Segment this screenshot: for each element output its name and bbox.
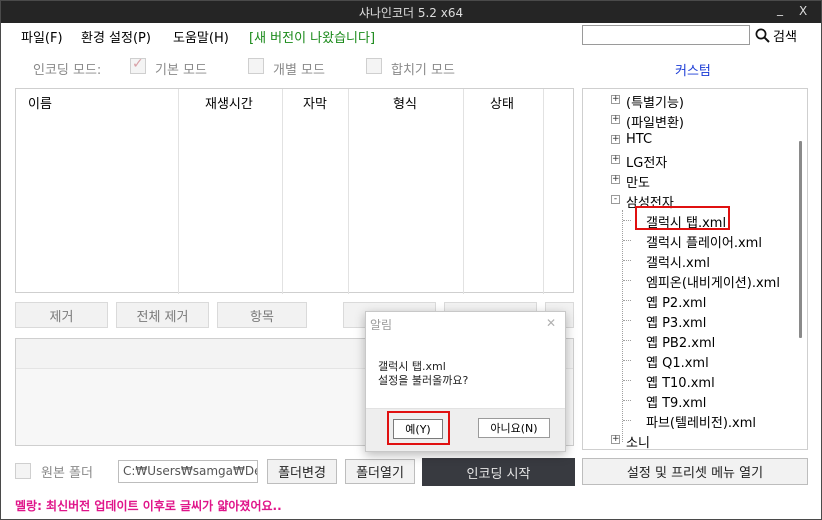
- basic-mode-checkbox[interactable]: ✓: [130, 56, 146, 74]
- remove-all-button[interactable]: 전체 제거: [116, 302, 209, 328]
- column-duration-label: 재생시간: [205, 97, 253, 112]
- no-button[interactable]: 아니요(N): [478, 418, 550, 438]
- tree-connector: [623, 300, 631, 301]
- close-button[interactable]: X: [799, 4, 807, 18]
- menu-settings[interactable]: 환경 설정(P): [81, 27, 151, 46]
- minimize-button[interactable]: _: [777, 2, 783, 16]
- preset-tree[interactable]: + 소니 파브(텔레비전).xml 옙 T9.xml 옙 T10.xml 옙 Q1.xml…: [582, 88, 808, 450]
- tree-connector: [623, 220, 631, 221]
- column-duration[interactable]: 재생시간: [179, 89, 283, 294]
- change-folder-button[interactable]: 폴더변경: [267, 459, 337, 484]
- menu-file[interactable]: 파일(F): [21, 27, 63, 46]
- encoding-mode-label: 인코딩 모드:: [33, 63, 102, 78]
- column-status[interactable]: 상태: [464, 89, 544, 294]
- column-status-label: 상태: [490, 97, 514, 112]
- tree-connector: [623, 260, 631, 261]
- tree-item-label: 옙 P3.xml: [646, 316, 707, 331]
- column-format[interactable]: 형식: [349, 89, 464, 294]
- status-message: 멜랑: 최신버전 업데이트 이후로 글씨가 얇아졌어요..: [15, 499, 282, 513]
- tree-connector: [623, 280, 631, 281]
- column-name-label: 이름: [28, 97, 52, 112]
- tree-item-label: 옙 PB2.xml: [646, 336, 716, 351]
- expand-icon[interactable]: +: [611, 115, 620, 124]
- title-bar: 샤나인코더 5.2 x64 _ X: [1, 1, 821, 23]
- tree-connector: [623, 240, 631, 241]
- settings-preset-menu-button[interactable]: 설정 및 프리셋 메뉴 열기: [582, 458, 808, 485]
- open-folder-button[interactable]: 폴더열기: [345, 459, 415, 484]
- file-list-header: 이름 재생시간 자막 형식 상태: [16, 89, 573, 294]
- tree-connector: [622, 210, 623, 442]
- expand-icon[interactable]: +: [611, 95, 620, 104]
- collapse-icon[interactable]: -: [611, 195, 620, 204]
- confirm-dialog: 알림 ✕ 갤럭시 탭.xml 설정을 불러올까요? 예(Y) 아니요(N): [365, 311, 566, 452]
- merge-mode-checkbox[interactable]: [366, 58, 382, 74]
- expand-icon[interactable]: +: [611, 135, 620, 144]
- expand-icon[interactable]: +: [611, 435, 620, 444]
- file-list[interactable]: 이름 재생시간 자막 형식 상태: [15, 88, 574, 294]
- tree-item-label: 옙 P2.xml: [646, 296, 707, 311]
- expand-icon[interactable]: +: [611, 175, 620, 184]
- encoding-mode-bar: 인코딩 모드: ✓ 기본 모드 개별 모드 합치기 모드: [1, 56, 581, 78]
- individual-mode-label: 개별 모드: [273, 63, 325, 78]
- tree-item-label: HTC: [626, 132, 653, 147]
- dialog-message-question: 설정을 불러올까요?: [378, 374, 469, 387]
- search-label: 검색: [773, 29, 797, 45]
- source-folder-checkbox[interactable]: [15, 463, 31, 479]
- tree-item-label: 갤럭시.xml: [646, 256, 710, 271]
- expand-icon[interactable]: +: [611, 155, 620, 164]
- merge-mode-label: 합치기 모드: [391, 63, 455, 78]
- basic-mode-label: 기본 모드: [155, 63, 207, 78]
- tree-connector: [623, 420, 631, 421]
- tree-item-label: 옙 T10.xml: [646, 376, 715, 391]
- dialog-close-icon[interactable]: ✕: [546, 316, 556, 330]
- check-icon: ✓: [132, 56, 144, 72]
- tree-item-label: LG전자: [626, 156, 668, 171]
- window-title: 샤나인코더 5.2 x64: [358, 6, 464, 20]
- tree-item-label: 갤럭시 플레이어.xml: [646, 236, 762, 251]
- tree-item-label: 소니: [626, 436, 650, 450]
- search-button[interactable]: 검색: [755, 25, 797, 45]
- tree-item-label: (파일변환): [626, 116, 684, 131]
- dialog-title: 알림: [370, 318, 393, 332]
- start-encoding-button[interactable]: 인코딩 시작: [422, 458, 575, 486]
- search-input[interactable]: [582, 25, 750, 45]
- source-folder-label: 원본 폴더: [41, 466, 93, 481]
- menu-help[interactable]: 도움말(H): [173, 27, 229, 46]
- item-button[interactable]: 항목: [217, 302, 307, 328]
- tree-item-label: 옙 T9.xml: [646, 396, 707, 411]
- magnifier-icon: [755, 28, 770, 43]
- tree-connector: [623, 360, 631, 361]
- tree-item-label: 엠피온(내비게이션).xml: [646, 276, 780, 291]
- individual-mode-checkbox[interactable]: [248, 58, 264, 74]
- output-path-field[interactable]: C:₩Users₩samga₩De: [118, 460, 258, 483]
- tree-connector: [623, 340, 631, 341]
- column-format-label: 형식: [393, 97, 417, 112]
- tree-item-label: (특별기능): [626, 96, 684, 111]
- column-subtitle[interactable]: 자막: [283, 89, 349, 294]
- column-subtitle-label: 자막: [303, 97, 327, 112]
- selected-item-highlight: [635, 206, 730, 230]
- tree-connector: [623, 400, 631, 401]
- tree-item-label: 만도: [626, 176, 650, 191]
- tree-scrollbar-thumb[interactable]: [799, 141, 802, 338]
- tree-item-label: 파브(텔레비전).xml: [646, 416, 757, 431]
- remove-button[interactable]: 제거: [15, 302, 108, 328]
- app-window: 샤나인코더 5.2 x64 _ X 파일(F) 환경 설정(P) 도움말(H) …: [0, 0, 822, 520]
- column-name[interactable]: 이름: [16, 89, 179, 294]
- new-version-link[interactable]: [새 버전이 나왔습니다]: [249, 27, 375, 46]
- yes-button[interactable]: 예(Y): [393, 419, 443, 439]
- tree-item-label: 옙 Q1.xml: [646, 356, 709, 371]
- tree-connector: [623, 320, 631, 321]
- custom-preset-link[interactable]: 커스텀: [675, 60, 711, 79]
- tree-connector: [623, 380, 631, 381]
- dialog-footer: 예(Y) 아니요(N): [366, 408, 565, 451]
- tree-scrollbar[interactable]: [794, 89, 807, 449]
